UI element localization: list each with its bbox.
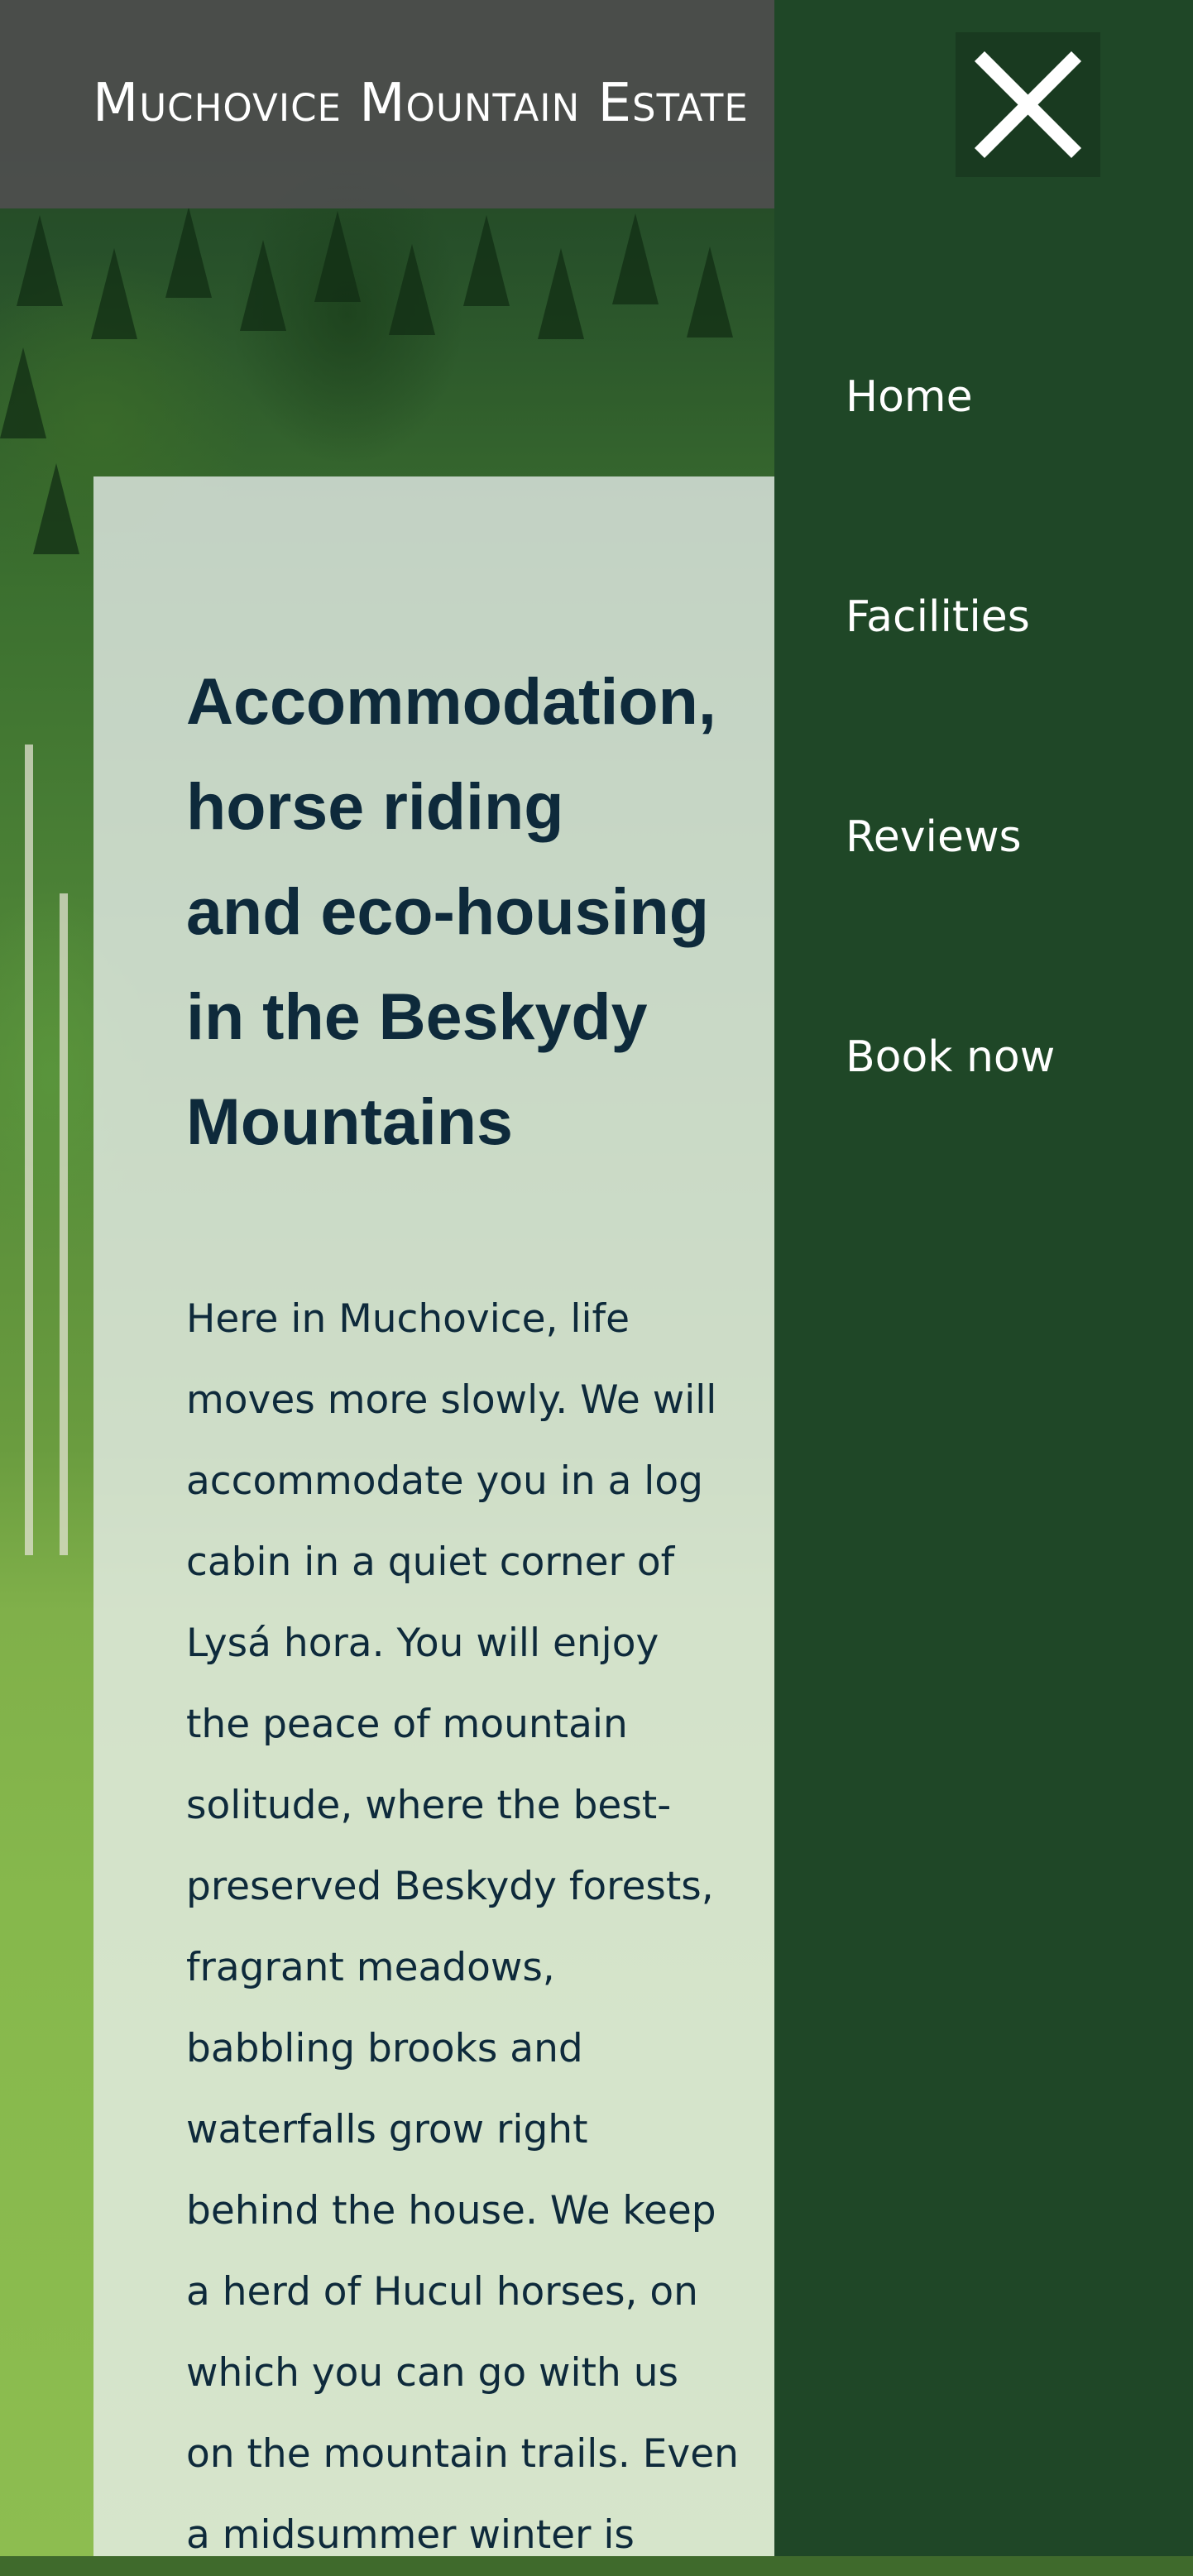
hero-description-line: solitude, where the best- — [186, 1783, 672, 1828]
nav-item-facilities[interactable]: Facilities — [846, 551, 1055, 771]
tree-shape — [91, 248, 137, 339]
hero-heading: Accommodation, horse riding and eco-hous… — [186, 649, 798, 1174]
close-icon — [974, 50, 1082, 159]
hero-description-line: Here in Muchovice, life — [186, 1296, 630, 1342]
hero-heading-line: horse riding — [186, 769, 564, 843]
hero-description-line: a midsummer winter is — [186, 2512, 635, 2558]
hero-description-line: fragrant meadows, — [186, 1945, 555, 1990]
nav-menu: Home Facilities Reviews Book now — [846, 331, 1055, 1211]
tree-shape — [314, 211, 361, 302]
tree-shape — [165, 207, 212, 298]
tree-shape — [538, 248, 584, 339]
hero-description-line: on the mountain trails. Even — [186, 2431, 739, 2477]
tree-shape — [0, 347, 46, 438]
tree-shape — [612, 213, 659, 304]
hero-description-line: cabin in a quiet corner of — [186, 1539, 675, 1585]
close-menu-button[interactable] — [956, 32, 1100, 177]
tree-shape — [240, 240, 286, 331]
hero-heading-line: Accommodation, — [186, 664, 716, 738]
hero-heading-line: and eco-housing — [186, 874, 709, 948]
navigation-drawer: Home Facilities Reviews Book now — [774, 0, 1193, 2556]
hero-description-line: waterfalls grow right — [186, 2107, 588, 2152]
hero-description-line: babbling brooks and — [186, 2026, 583, 2071]
hero-description-line: a herd of Hucul horses, on — [186, 2269, 698, 2315]
hero-description-line: behind the house. We keep — [186, 2188, 716, 2234]
hero-description: Here in Muchovice, life moves more slowl… — [186, 1279, 815, 2576]
hero-description-line: accommodate you in a log — [186, 1458, 703, 1504]
hero-heading-line: Mountains — [186, 1085, 513, 1158]
tree-shape — [463, 215, 510, 306]
nav-item-home[interactable]: Home — [846, 331, 1055, 551]
tree-shape — [17, 215, 63, 306]
hero-description-line: Lysá hora. You will enjoy — [186, 1621, 659, 1666]
hero-description-line: preserved Beskydy forests, — [186, 1864, 714, 1909]
birch-trunk — [60, 893, 68, 1555]
hero-description-line: which you can go with us — [186, 2350, 678, 2396]
tree-shape — [33, 463, 79, 554]
birch-trunk — [25, 745, 33, 1555]
hero-description-line: moves more slowly. We will — [186, 1377, 717, 1423]
nav-item-reviews[interactable]: Reviews — [846, 771, 1055, 991]
tree-shape — [389, 244, 435, 335]
hero-heading-line: in the Beskydy — [186, 979, 648, 1053]
hero-description-line: the peace of mountain — [186, 1702, 628, 1747]
site-title[interactable]: Muchovice Mountain Estate — [93, 73, 749, 134]
tree-shape — [687, 247, 733, 338]
nav-item-book-now[interactable]: Book now — [846, 991, 1055, 1211]
